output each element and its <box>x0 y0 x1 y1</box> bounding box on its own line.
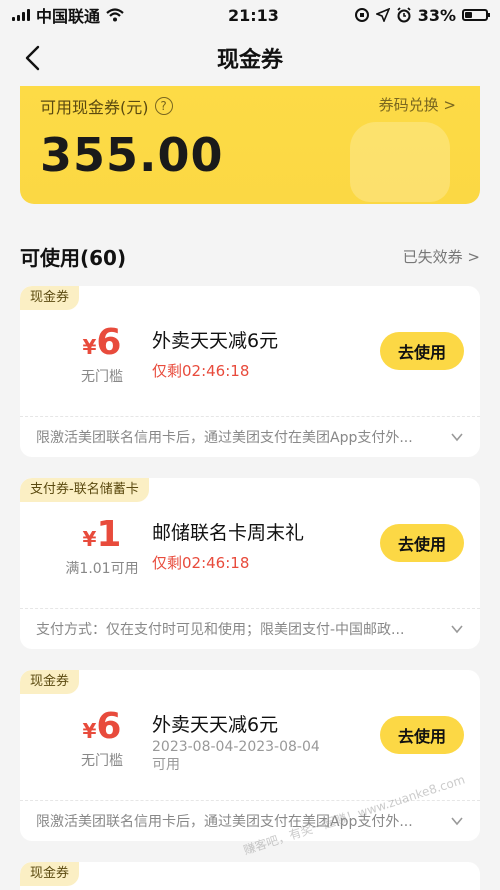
coupon-type-tag: 现金券 <box>20 286 80 310</box>
coupon-countdown: 仅剩02:46:18 <box>152 554 250 572</box>
chevron-down-icon[interactable] <box>450 430 464 444</box>
coupon-description-row[interactable]: 限激活美团联名信用卡后，通过美团支付在美团App支付外... <box>20 801 480 841</box>
coupon-type-tag: 支付券-联名储蓄卡 <box>20 478 149 502</box>
coupon-validity-dates: 2023-08-04-2023-08-04 <box>152 739 320 755</box>
coupon-card: 现金券 ¥6 无门槛 外卖天天减6元 2023-08-04-2023-08-04… <box>20 670 480 841</box>
balance-card: 可用现金券(元) ? 券码兑换 > 355.00 <box>20 86 480 204</box>
coupon-amount: ¥6 <box>54 706 150 747</box>
coupon-card: 现金券 ¥6 无门槛 外卖天天减6元 仅剩02:46:18 去使用 限激活美团联… <box>20 286 480 457</box>
coupon-description-row[interactable]: 支付方式：仅在支付时可见和使用；限美团支付-中国邮政... <box>20 609 480 649</box>
currency-symbol: ¥ <box>82 335 97 359</box>
use-coupon-button[interactable]: 去使用 <box>380 716 464 754</box>
balance-label: 可用现金券(元) <box>40 98 149 117</box>
coupon-value: 6 <box>96 322 122 363</box>
available-section-header: 可使用(60) 已失效券 > <box>20 238 480 274</box>
page-title: 现金券 <box>216 48 283 73</box>
coupon-condition: 无门槛 <box>81 369 123 385</box>
alarm-icon <box>397 7 411 23</box>
coupon-validity-note: 可用 <box>152 757 180 773</box>
use-coupon-button[interactable]: 去使用 <box>380 524 464 562</box>
coupon-type-tag: 现金券 <box>20 670 80 694</box>
status-bar: 中国联通 21:13 33% <box>0 0 500 30</box>
chevron-left-icon <box>25 45 40 71</box>
coupon-condition: 满1.01可用 <box>65 561 139 577</box>
coupon-amount: ¥1 <box>54 514 150 555</box>
nav-bar: 现金券 <box>0 30 500 86</box>
ticket-decoration <box>350 122 450 202</box>
carrier-name: 中国联通 <box>36 7 101 26</box>
battery-percent: 33% <box>417 5 456 25</box>
currency-symbol: ¥ <box>82 719 97 743</box>
coupon-value: 1 <box>96 514 122 555</box>
rotation-lock-icon <box>354 8 369 22</box>
redeem-code-link[interactable]: 券码兑换 > <box>379 94 456 115</box>
coupon-countdown: 仅剩02:46:18 <box>152 362 250 380</box>
balance-amount: 355.00 <box>40 128 224 182</box>
balance-label-row: 可用现金券(元) ? <box>40 94 173 118</box>
wifi-icon <box>106 8 124 22</box>
coupon-validity: 2023-08-04-2023-08-04 可用 <box>152 738 320 774</box>
coupon-description-row[interactable]: 限激活美团联名信用卡后，通过美团支付在美团App支付外... <box>20 417 480 457</box>
coupon-card: 现金券 <box>20 862 480 890</box>
expired-coupons-link[interactable]: 已失效券 > <box>403 246 480 267</box>
chevron-down-icon[interactable] <box>450 622 464 636</box>
help-icon[interactable]: ? <box>154 97 173 115</box>
chevron-down-icon[interactable] <box>450 814 464 828</box>
coupon-name: 外卖天天减6元 <box>152 330 279 352</box>
coupon-name: 邮储联名卡周末礼 <box>152 522 305 544</box>
coupon-amount: ¥6 <box>54 322 150 363</box>
location-icon <box>375 8 390 22</box>
coupon-type-tag: 现金券 <box>20 862 80 886</box>
coupon-description: 限激活美团联名信用卡后，通过美团支付在美团App支付外... <box>36 430 413 446</box>
battery-icon <box>462 9 490 21</box>
back-button[interactable] <box>14 40 50 76</box>
coupon-description: 支付方式：仅在支付时可见和使用；限美团支付-中国邮政... <box>36 622 405 638</box>
available-count-title: 可使用(60) <box>20 245 127 270</box>
cellular-signal-icon <box>12 9 30 21</box>
coupon-value: 6 <box>96 706 122 747</box>
coupon-condition: 无门槛 <box>81 753 123 769</box>
clock: 21:13 <box>228 5 279 25</box>
use-coupon-button[interactable]: 去使用 <box>380 332 464 370</box>
coupon-card: 支付券-联名储蓄卡 ¥1 满1.01可用 邮储联名卡周末礼 仅剩02:46:18… <box>20 478 480 649</box>
currency-symbol: ¥ <box>82 527 97 551</box>
coupon-name: 外卖天天减6元 <box>152 714 279 736</box>
